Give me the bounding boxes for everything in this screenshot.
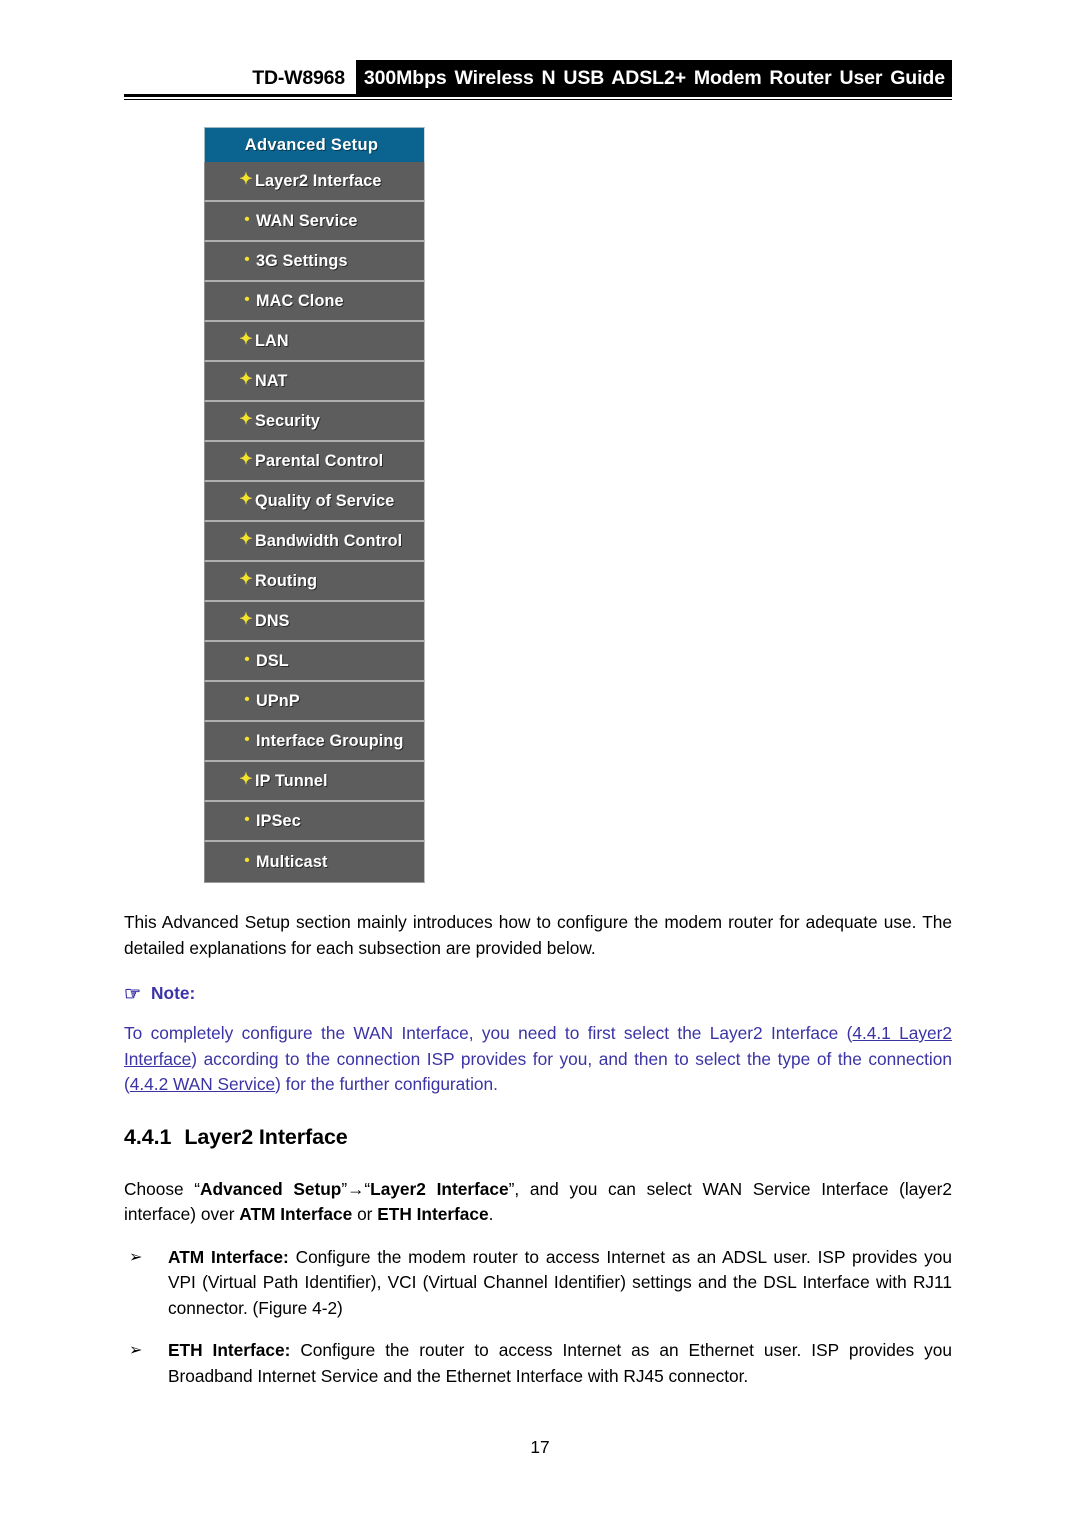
bullet-eth-interface: ➢ ETH Interface: Configure the router to…: [124, 1338, 952, 1389]
menu-item-parental-control[interactable]: ✦ Parental Control: [204, 442, 425, 482]
choose-bold-atm-interface: ATM Interface: [239, 1204, 353, 1224]
section-heading: 4.4.1 Layer2 Interface: [124, 1125, 952, 1150]
expand-plus-icon: ✦: [239, 451, 253, 468]
menu-item-dns[interactable]: ✦ DNS: [204, 602, 425, 642]
menu-item-interface-grouping[interactable]: • Interface Grouping: [204, 722, 425, 762]
menu-item-3g-settings[interactable]: • 3G Settings: [204, 242, 425, 282]
menu-item-label: 3G Settings: [256, 251, 348, 270]
link-wan-service[interactable]: 4.4.2 WAN Service: [130, 1074, 275, 1094]
note-text-part3: ) for the further configuration.: [275, 1074, 498, 1094]
bullet-dot-icon: •: [244, 290, 250, 308]
menu-item-ipsec[interactable]: • IPSec: [204, 802, 425, 842]
menu-item-lan[interactable]: ✦ LAN: [204, 322, 425, 362]
menu-item-label: Parental Control: [255, 451, 384, 470]
header-model-name: TD-W8968: [252, 66, 345, 89]
menu-item-multicast[interactable]: • Multicast: [204, 842, 425, 883]
menu-item-label: NAT: [255, 371, 288, 390]
section-number: 4.4.1: [124, 1124, 172, 1149]
menu-item-label: DSL: [256, 651, 289, 670]
menu-item-label: Interface Grouping: [256, 731, 404, 750]
menu-item-label: IPSec: [256, 811, 301, 830]
bullet-atm-interface: ➢ ATM Interface: Configure the modem rou…: [124, 1245, 952, 1322]
pointing-hand-icon: ☞: [124, 984, 142, 1005]
menu-item-label: IP Tunnel: [255, 771, 328, 790]
choose-bold-layer2-interface: Layer2 Interface: [370, 1178, 509, 1199]
menu-header-label: Advanced Setup: [244, 135, 379, 154]
bullet-atm-term: ATM Interface:: [168, 1246, 289, 1267]
bullet-dot-icon: •: [244, 730, 250, 748]
menu-item-bandwidth-control[interactable]: ✦ Bandwidth Control: [204, 522, 425, 562]
bullet-arrow-icon: ➢: [129, 1248, 143, 1266]
header-product-title: 300Mbps Wireless N USB ADSL2+ Modem Rout…: [355, 60, 952, 96]
menu-item-security[interactable]: ✦ Security: [204, 402, 425, 442]
expand-plus-icon: ✦: [239, 411, 253, 428]
expand-plus-icon: ✦: [239, 171, 253, 188]
header-rule-thick: [124, 94, 952, 97]
note-label: Note:: [151, 983, 196, 1003]
menu-item-label: Routing: [255, 571, 318, 590]
menu-item-label: Security: [255, 411, 321, 430]
section-title: Layer2 Interface: [184, 1124, 348, 1149]
menu-item-label: Quality of Service: [255, 491, 395, 510]
expand-plus-icon: ✦: [239, 611, 253, 628]
expand-plus-icon: ✦: [239, 491, 253, 508]
bullet-eth-term: ETH Interface:: [168, 1340, 291, 1360]
expand-plus-icon: ✦: [239, 531, 253, 548]
footer-page-number: 17: [530, 1437, 550, 1457]
menu-item-label: Layer2 Interface: [255, 171, 382, 190]
menu-item-list: ✦ Layer2 Interface • WAN Service • 3G Setting…: [204, 162, 425, 883]
menu-item-mac-clone[interactable]: • MAC Clone: [204, 282, 425, 322]
intro-paragraph: This Advanced Setup section mainly intro…: [124, 912, 952, 958]
menu-item-label: WAN Service: [256, 211, 358, 230]
bullet-dot-icon: •: [244, 210, 250, 228]
bullet-atm-body: ATM Interface: Configure the modem route…: [168, 1245, 952, 1322]
page-content: This Advanced Setup section mainly intro…: [124, 910, 952, 1389]
menu-item-layer2-interface[interactable]: ✦ Layer2 Interface: [204, 162, 425, 202]
menu-item-label: Multicast: [256, 852, 328, 871]
menu-item-label: Bandwidth Control: [255, 531, 403, 550]
menu-item-wan-service[interactable]: • WAN Service: [204, 202, 425, 242]
page-header: TD-W8968 300Mbps Wireless N USB ADSL2+ M…: [0, 60, 1080, 104]
menu-item-nat[interactable]: ✦ NAT: [204, 362, 425, 402]
expand-plus-icon: ✦: [239, 571, 253, 588]
bullet-dot-icon: •: [244, 250, 250, 268]
note-heading: ☞ Note:: [124, 983, 952, 1004]
choose-paragraph: Choose “Advanced Setup”→“Layer2 Interfac…: [124, 1177, 952, 1228]
bullet-dot-icon: •: [244, 851, 250, 869]
note-paragraph: To completely configure the WAN Interfac…: [124, 1021, 952, 1098]
expand-plus-icon: ✦: [239, 331, 253, 348]
bullet-eth-body: ETH Interface: Configure the router to a…: [168, 1338, 952, 1389]
expand-plus-icon: ✦: [239, 371, 253, 388]
menu-item-upnp[interactable]: • UPnP: [204, 682, 425, 722]
choose-bold-eth-interface: ETH Interface: [377, 1204, 489, 1224]
menu-item-label: UPnP: [256, 691, 300, 710]
bullet-dot-icon: •: [244, 650, 250, 668]
menu-item-quality-of-service[interactable]: ✦ Quality of Service: [204, 482, 425, 522]
bullet-dot-icon: •: [244, 810, 250, 828]
header-title-row: TD-W8968 300Mbps Wireless N USB ADSL2+ M…: [124, 60, 952, 96]
menu-item-label: MAC Clone: [256, 291, 344, 310]
bullet-arrow-icon: ➢: [129, 1342, 143, 1359]
choose-bold-advanced-setup: Advanced Setup: [200, 1178, 342, 1199]
note-text-part1: To completely configure the WAN Interfac…: [124, 1023, 853, 1043]
menu-item-label: DNS: [255, 611, 290, 630]
menu-item-routing[interactable]: ✦ Routing: [204, 562, 425, 602]
menu-item-label: LAN: [255, 331, 289, 350]
expand-plus-icon: ✦: [239, 771, 253, 788]
bullet-dot-icon: •: [244, 690, 250, 708]
choose-end: .: [488, 1204, 494, 1224]
advanced-setup-menu-figure: Advanced Setup ✦ Layer2 Interface • WAN Ser…: [204, 127, 425, 883]
menu-item-ip-tunnel[interactable]: ✦ IP Tunnel: [204, 762, 425, 802]
menu-item-dsl[interactable]: • DSL: [204, 642, 425, 682]
choose-pre: Choose “: [124, 1178, 201, 1199]
choose-or: or: [352, 1204, 378, 1224]
menu-header-advanced-setup[interactable]: Advanced Setup: [204, 127, 425, 162]
choose-arrow: ”→“: [341, 1178, 371, 1199]
header-rule-thin: [124, 99, 952, 100]
